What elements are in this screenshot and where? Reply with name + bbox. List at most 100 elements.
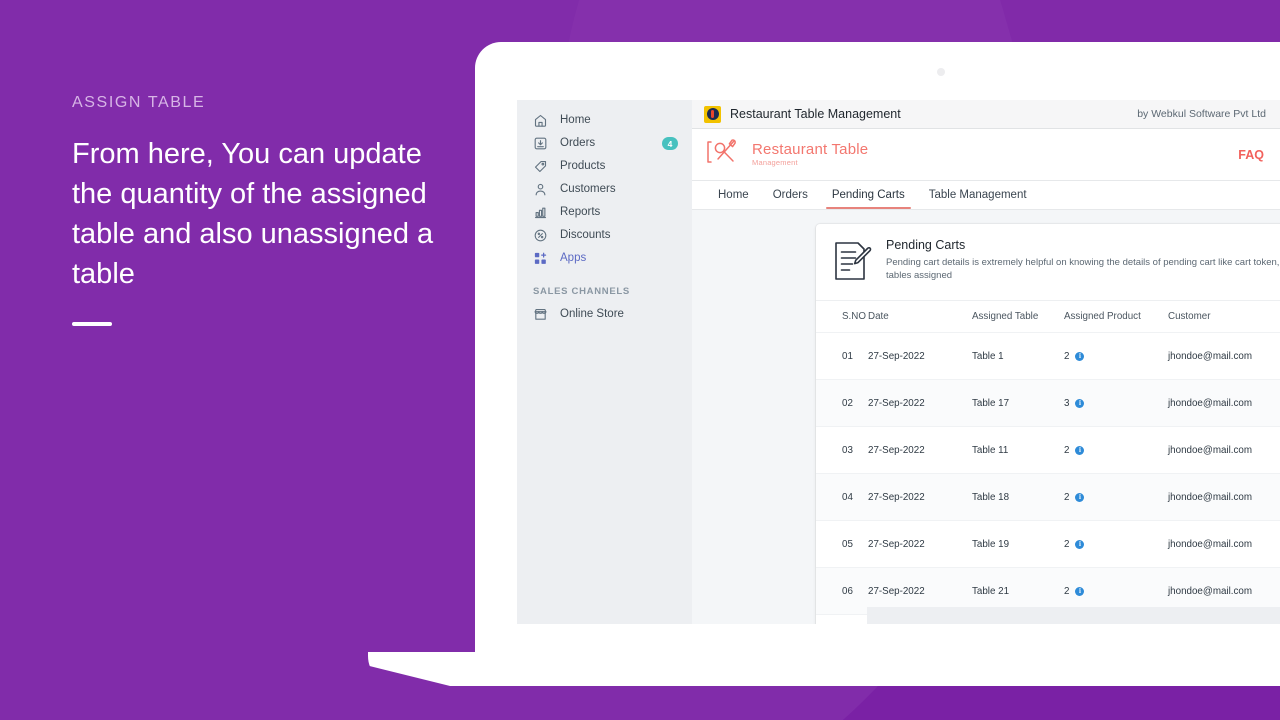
app-title: Restaurant Table Management bbox=[730, 107, 901, 121]
slide-underline-rule bbox=[72, 322, 112, 326]
orders-icon bbox=[533, 136, 548, 151]
tab-label: Table Management bbox=[928, 189, 1027, 201]
card-header-text: Pending Carts Pending cart details is ex… bbox=[886, 238, 1280, 287]
cell-product: 2i bbox=[1064, 520, 1168, 568]
app-topbar: Restaurant Table Management by Webkul So… bbox=[692, 100, 1280, 129]
info-icon[interactable]: i bbox=[1075, 351, 1085, 361]
info-icon[interactable]: i bbox=[1075, 398, 1085, 408]
sidebar-item-label: Orders bbox=[560, 136, 596, 149]
brand-subtitle: Management bbox=[752, 158, 798, 168]
cell-sno: 05 bbox=[816, 520, 868, 568]
info-icon[interactable]: i bbox=[1075, 492, 1085, 502]
cell-table: Table 1 bbox=[972, 332, 1064, 380]
cell-qty: 3 bbox=[1064, 397, 1070, 409]
sidebar-item-label: Home bbox=[560, 113, 591, 126]
sidebar-item-online-store[interactable]: Online Store bbox=[517, 303, 692, 326]
apps-icon bbox=[533, 251, 548, 266]
info-icon[interactable]: i bbox=[1075, 445, 1085, 455]
cell-sno: 02 bbox=[816, 379, 868, 427]
horizontal-scrollbar[interactable] bbox=[867, 607, 1280, 624]
table-row: 02 27-Sep-2022 Table 17 3i jhondoe@mail.… bbox=[816, 379, 1280, 427]
table-body: 01 27-Sep-2022 Table 1 2i jhondoe@mail.c… bbox=[816, 332, 1280, 624]
cell-customer: jhondoe@mail.com bbox=[1168, 473, 1280, 521]
sidebar-item-reports[interactable]: Reports bbox=[517, 201, 692, 224]
customers-icon bbox=[533, 182, 548, 197]
discounts-icon bbox=[533, 228, 548, 243]
sidebar-item-apps[interactable]: Apps bbox=[517, 247, 692, 270]
app-brandbar: Restaurant Table Management FAQ bbox=[692, 129, 1280, 181]
cell-table: Table 18 bbox=[972, 473, 1064, 521]
col-assigned-product: Assigned Product bbox=[1064, 311, 1141, 322]
cell-date: 27-Sep-2022 bbox=[868, 379, 972, 427]
sidebar-item-products[interactable]: Products bbox=[517, 155, 692, 178]
cell-date: 27-Sep-2022 bbox=[868, 520, 972, 568]
cell-date: 27-Sep-2022 bbox=[868, 473, 972, 521]
shopify-sidebar: Home Orders 4 Products Customers Reports… bbox=[517, 100, 692, 624]
pending-carts-table: S.NO Date Assigned Table Assigned Produc… bbox=[816, 301, 1280, 624]
app-favicon-icon bbox=[704, 105, 721, 123]
slide-canvas: ASSIGN TABLE From here, You can update t… bbox=[0, 0, 1280, 720]
cell-customer: jhondoe@mail.com bbox=[1168, 379, 1280, 427]
cell-product: 2i bbox=[1064, 332, 1168, 380]
card-title: Pending Carts bbox=[886, 238, 966, 252]
col-sno: S.NO bbox=[842, 311, 866, 322]
info-icon[interactable]: i bbox=[1075, 586, 1085, 596]
laptop-base bbox=[368, 652, 1280, 686]
sidebar-item-label: Discounts bbox=[560, 228, 611, 241]
cell-customer: jhondoe@mail.com bbox=[1168, 520, 1280, 568]
cell-product: 3i bbox=[1064, 379, 1168, 427]
cell-qty: 2 bbox=[1064, 538, 1070, 550]
cell-sno: 01 bbox=[816, 332, 868, 380]
cell-product: 2i bbox=[1064, 426, 1168, 474]
slide-headline: From here, You can update the quantity o… bbox=[72, 138, 434, 290]
sidebar-item-label: Reports bbox=[560, 205, 601, 218]
online-store-icon bbox=[533, 307, 548, 322]
tab-label: Orders bbox=[772, 189, 808, 201]
cell-sno: 06 bbox=[816, 567, 868, 615]
tab-table-management[interactable]: Table Management bbox=[917, 181, 1039, 209]
sidebar-section-label: SALES CHANNELS bbox=[533, 286, 630, 297]
slide-copy: ASSIGN TABLE From here, You can update t… bbox=[72, 94, 452, 326]
sidebar-item-label: Products bbox=[560, 159, 606, 172]
cell-product: 2i bbox=[1064, 473, 1168, 521]
brand-text-block: Restaurant Table Management bbox=[752, 142, 868, 167]
brand-name: Restaurant Table bbox=[752, 141, 869, 159]
cell-date: 27-Sep-2022 bbox=[868, 332, 972, 380]
cell-sno: 07 bbox=[816, 614, 868, 624]
table-header: S.NO Date Assigned Table Assigned Produc… bbox=[816, 301, 1280, 333]
info-icon[interactable]: i bbox=[1075, 539, 1085, 549]
table-row: 03 27-Sep-2022 Table 11 2i jhondoe@mail.… bbox=[816, 426, 1280, 474]
reports-icon bbox=[533, 205, 548, 220]
sidebar-item-label: Apps bbox=[560, 251, 587, 264]
tab-orders[interactable]: Orders bbox=[761, 181, 820, 209]
faq-link[interactable]: FAQ bbox=[1238, 148, 1264, 162]
restaurant-table-logo-icon bbox=[706, 137, 746, 172]
cell-qty: 2 bbox=[1064, 444, 1070, 456]
sidebar-item-discounts[interactable]: Discounts bbox=[517, 224, 692, 247]
sidebar-item-label: Customers bbox=[560, 182, 616, 195]
note-pencil-icon bbox=[832, 238, 874, 287]
table-header-row: S.NO Date Assigned Table Assigned Produc… bbox=[816, 301, 1280, 333]
home-icon bbox=[533, 113, 548, 128]
card-header: Pending Carts Pending cart details is ex… bbox=[816, 224, 1280, 301]
sidebar-item-customers[interactable]: Customers bbox=[517, 178, 692, 201]
table-row: 04 27-Sep-2022 Table 18 2i jhondoe@mail.… bbox=[816, 473, 1280, 521]
cell-table: Table 11 bbox=[972, 426, 1064, 474]
tab-label: Pending Carts bbox=[831, 189, 905, 201]
products-icon bbox=[533, 159, 548, 174]
cell-sno: 04 bbox=[816, 473, 868, 521]
tab-home[interactable]: Home bbox=[706, 181, 761, 209]
pending-carts-card: Pending Carts Pending cart details is ex… bbox=[816, 224, 1280, 624]
tab-pending-carts[interactable]: Pending Carts bbox=[820, 181, 917, 209]
cell-qty: 2 bbox=[1064, 491, 1070, 503]
screen-viewport: Home Orders 4 Products Customers Reports… bbox=[517, 100, 1280, 624]
cell-table: Table 17 bbox=[972, 379, 1064, 427]
sidebar-item-orders[interactable]: Orders 4 bbox=[517, 132, 692, 155]
orders-count-badge: 4 bbox=[662, 137, 678, 150]
slide-eyebrow: ASSIGN TABLE bbox=[72, 94, 206, 111]
cell-table: Table 19 bbox=[972, 520, 1064, 568]
sidebar-item-home[interactable]: Home bbox=[517, 109, 692, 132]
cell-qty: 2 bbox=[1064, 350, 1070, 362]
embedded-app: Restaurant Table Management by Webkul So… bbox=[692, 100, 1280, 624]
laptop-camera-icon bbox=[937, 68, 945, 76]
